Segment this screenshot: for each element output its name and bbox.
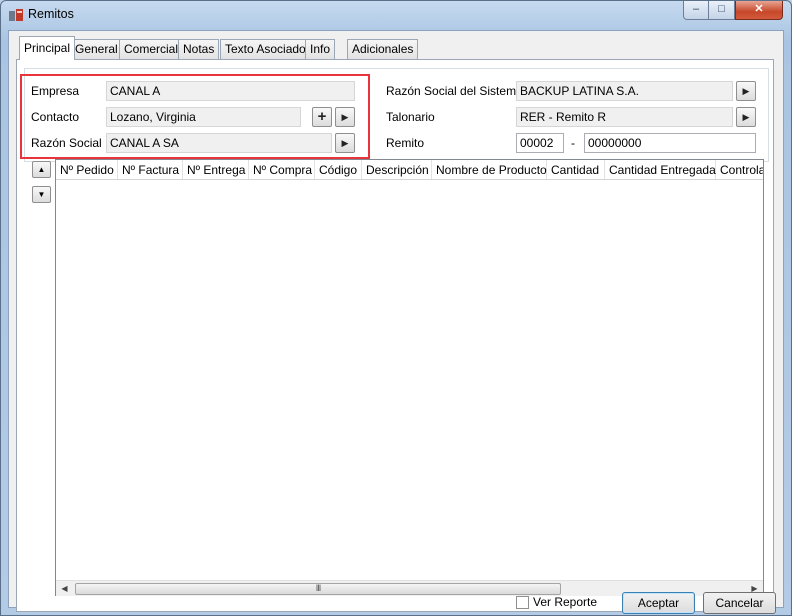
arrow-down-icon: ▼ (37, 190, 46, 199)
ver-reporte-label[interactable]: Ver Reporte (533, 595, 597, 609)
tab-principal[interactable]: Principal (19, 36, 76, 60)
cancelar-button[interactable]: Cancelar (703, 592, 776, 614)
tab-comercial[interactable]: Comercial (119, 39, 184, 59)
razon-sistema-select-button[interactable]: ▶ (736, 81, 756, 101)
razon-sistema-field[interactable]: BACKUP LATINA S.A. (516, 81, 733, 101)
tab-texto-asociado[interactable]: Texto Asociado (220, 39, 311, 59)
column-header[interactable]: Nº Pedido (56, 160, 118, 179)
talonario-select-button[interactable]: ▶ (736, 107, 756, 127)
move-up-button[interactable]: ▲ (32, 161, 51, 178)
remito-label: Remito (386, 136, 425, 150)
column-header[interactable]: Descripción (362, 160, 432, 179)
app-icon (9, 9, 23, 21)
column-header[interactable]: Controla (716, 160, 763, 179)
grip-icon: III (315, 583, 321, 593)
move-down-button[interactable]: ▼ (32, 186, 51, 203)
tab-info[interactable]: Info (305, 39, 336, 59)
close-button[interactable]: ✕ (735, 1, 783, 20)
highlight-box (20, 74, 370, 159)
aceptar-button[interactable]: Aceptar (622, 592, 695, 614)
scroll-thumb[interactable]: III (75, 583, 561, 595)
window-title: Remitos (28, 7, 74, 21)
tab-adicionales[interactable]: Adicionales (347, 39, 419, 59)
grid-header: Nº Pedido Nº Factura Nº Entrega Nº Compr… (56, 160, 763, 180)
talonario-field[interactable]: RER - Remito R (516, 107, 733, 127)
column-header[interactable]: Nº Factura (118, 160, 183, 179)
column-header[interactable]: Nº Compra (249, 160, 315, 179)
talonario-label: Talonario (386, 110, 435, 124)
column-header[interactable]: Cantidad (547, 160, 605, 179)
tab-notas[interactable]: Notas (178, 39, 220, 59)
items-grid[interactable] (55, 159, 764, 596)
maximize-button[interactable]: □ (709, 1, 735, 20)
remito-prefix-input[interactable]: 00002 (516, 133, 564, 153)
remito-number-input[interactable]: 00000000 (584, 133, 756, 153)
remito-separator: - (571, 136, 575, 150)
column-header[interactable]: Cantidad Entregada (605, 160, 716, 179)
scroll-left-icon[interactable]: ◀ (56, 581, 73, 597)
column-header[interactable]: Código (315, 160, 362, 179)
column-header[interactable]: Nombre de Producto (432, 160, 547, 179)
razon-sistema-label: Razón Social del Sistema (386, 84, 523, 98)
ver-reporte-checkbox[interactable] (516, 596, 529, 609)
minimize-button[interactable]: – (683, 1, 709, 20)
chevron-right-icon: ▶ (742, 86, 750, 96)
column-header[interactable]: Nº Entrega (183, 160, 249, 179)
tab-general[interactable]: General (70, 39, 123, 59)
chevron-right-icon: ▶ (742, 112, 750, 122)
arrow-up-icon: ▲ (37, 165, 46, 174)
